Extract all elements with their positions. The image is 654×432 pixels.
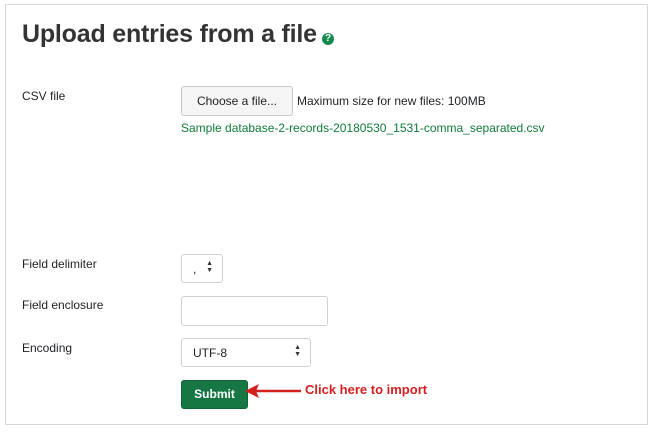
select-arrows-icon: ▲ ▼ <box>294 344 301 358</box>
arrow-left-icon <box>245 384 301 398</box>
max-size-text: Maximum size for new files: 100MB <box>297 94 486 108</box>
encoding-value: UTF-8 <box>193 346 227 360</box>
field-enclosure-label: Field enclosure <box>22 298 104 312</box>
form-panel <box>5 4 648 425</box>
choose-file-button[interactable]: Choose a file... <box>181 86 293 116</box>
csv-file-label: CSV file <box>22 89 66 103</box>
field-delimiter-label: Field delimiter <box>22 257 97 271</box>
submit-button[interactable]: Submit <box>181 380 248 409</box>
selected-file-link[interactable]: Sample database-2-records-20180530_1531-… <box>181 121 545 135</box>
encoding-select[interactable]: UTF-8 ▲ ▼ <box>181 338 311 367</box>
question-icon[interactable]: ? <box>322 33 334 45</box>
field-delimiter-select[interactable]: , ▲ ▼ <box>181 254 223 283</box>
encoding-label: Encoding <box>22 341 73 355</box>
field-delimiter-value: , <box>193 262 197 276</box>
annotation-text: Click here to import <box>305 382 428 397</box>
page-title: Upload entries from a file <box>22 20 317 48</box>
select-arrows-icon: ▲ ▼ <box>206 260 213 274</box>
field-enclosure-input[interactable] <box>181 296 328 326</box>
